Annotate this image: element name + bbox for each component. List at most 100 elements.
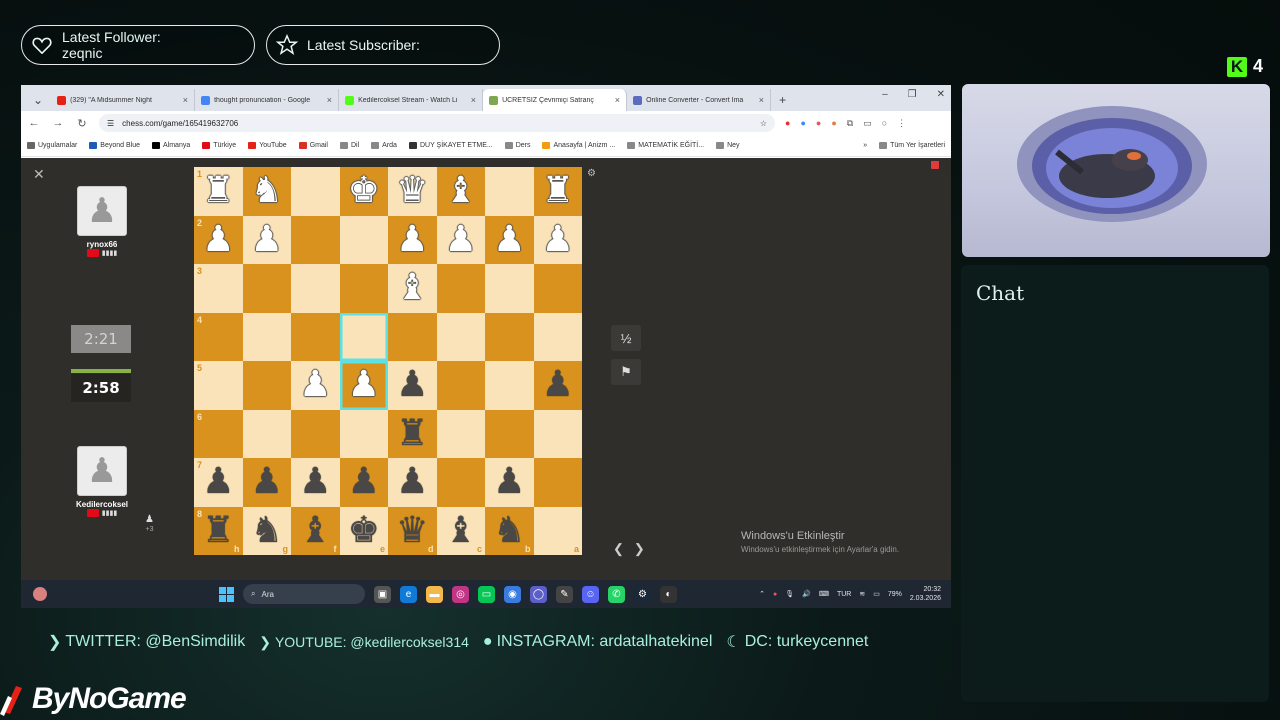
board-square[interactable]: 6 — [194, 409, 243, 458]
board-square[interactable]: ♟ — [533, 361, 582, 410]
black-bishop-icon[interactable]: ♝ — [299, 512, 331, 549]
avatar[interactable]: ♟ — [77, 446, 127, 496]
black-pawn-icon[interactable]: ♟ — [348, 464, 380, 500]
black-pawn-icon[interactable]: ♟ — [542, 367, 574, 403]
board-square[interactable]: ♟ — [339, 361, 388, 410]
white-rook-icon[interactable]: ♜ — [202, 173, 234, 209]
board-square[interactable]: ♟ — [388, 361, 437, 410]
board-square[interactable]: a — [533, 506, 582, 555]
board-square[interactable]: ♟ — [242, 458, 291, 507]
board-square[interactable]: f ♝ — [291, 506, 340, 555]
black-pawn-icon[interactable]: ♟ — [299, 464, 331, 500]
previous-move-icon[interactable]: ❮ — [613, 541, 624, 557]
board-square[interactable]: b ♞ — [485, 506, 534, 555]
tab-close-icon[interactable]: × — [615, 95, 620, 105]
board-square[interactable]: ♟ — [388, 215, 437, 264]
white-pawn-icon[interactable]: ♟ — [493, 221, 525, 258]
volume-icon[interactable]: 🔊 — [802, 590, 811, 598]
tab-search-icon[interactable]: ⌄ — [25, 89, 51, 111]
white-pawn-icon[interactable]: ♟ — [202, 221, 234, 258]
board-square[interactable]: 2 ♟ — [194, 215, 243, 264]
board-square[interactable]: ♟ — [485, 215, 534, 264]
board-square[interactable] — [339, 215, 388, 264]
board-square[interactable]: ♜ — [388, 409, 437, 458]
tab-close-icon[interactable]: × — [471, 95, 476, 105]
start-icon[interactable] — [219, 586, 234, 602]
board-square[interactable]: ♟ — [388, 458, 437, 507]
black-pawn-icon[interactable]: ♟ — [396, 367, 428, 403]
white-rook-icon[interactable]: ♜ — [542, 173, 574, 209]
black-knight-icon[interactable]: ♞ — [493, 512, 525, 549]
board-square[interactable] — [291, 312, 340, 361]
board-square[interactable] — [485, 409, 534, 458]
white-king-icon[interactable]: ♚ — [348, 173, 380, 209]
resign-flag-button[interactable]: ⚑ — [611, 359, 641, 385]
black-pawn-icon[interactable]: ♟ — [396, 464, 428, 500]
board-square[interactable] — [242, 312, 291, 361]
maximize-icon[interactable]: ❐ — [908, 89, 917, 100]
minimize-icon[interactable]: – — [882, 89, 888, 100]
board-square[interactable] — [388, 312, 437, 361]
obs-icon[interactable]: ◐ — [660, 585, 677, 603]
board-square[interactable] — [485, 361, 534, 410]
board-square[interactable]: ♛ — [388, 167, 437, 216]
task-view-icon[interactable]: ▣ — [374, 585, 391, 603]
bookmark-item[interactable]: Ney — [716, 142, 740, 149]
offer-draw-button[interactable]: ½ — [611, 325, 641, 351]
pen-icon[interactable]: ✎ — [556, 585, 573, 603]
board-square[interactable] — [436, 409, 485, 458]
black-bishop-icon[interactable]: ♝ — [445, 512, 477, 549]
browser-tab[interactable]: (329) "A Midsummer Night × — [51, 89, 196, 111]
tab-close-icon[interactable]: × — [183, 95, 188, 105]
board-square[interactable]: ♟ — [339, 458, 388, 507]
board-square[interactable]: ♚ — [339, 167, 388, 216]
board-square[interactable]: c ♝ — [436, 506, 485, 555]
wifi-icon[interactable]: ≋ — [859, 590, 865, 598]
tray-app-icon[interactable]: ● — [773, 591, 777, 598]
chrome-icon[interactable]: ◉ — [504, 585, 521, 603]
browser-tab[interactable]: thought pronunciation - Google × — [195, 89, 340, 111]
next-move-icon[interactable]: ❯ — [634, 541, 645, 557]
board-square[interactable] — [436, 264, 485, 313]
board-square[interactable] — [436, 312, 485, 361]
board-square[interactable] — [339, 264, 388, 313]
bookmark-item[interactable]: Almanya — [152, 142, 190, 149]
bottom-player-name[interactable]: Kedilercoksel — [72, 500, 132, 509]
address-bar[interactable]: ☰ chess.com/game/165419632706 ☆ — [99, 114, 775, 132]
board-square[interactable]: ♟ — [291, 458, 340, 507]
board-square[interactable]: ♝ — [436, 167, 485, 216]
bookmark-item[interactable]: MATEMATİK EĞİTİ... — [627, 142, 704, 149]
bookmarks-overflow-icon[interactable]: » — [863, 142, 867, 149]
extension-icon[interactable]: ● — [816, 118, 821, 129]
black-rook-icon[interactable]: ♜ — [396, 415, 428, 452]
site-info-icon[interactable]: ☰ — [107, 119, 114, 128]
bookmark-item[interactable]: Dil — [339, 142, 359, 149]
app-icon[interactable]: ◯ — [530, 585, 547, 603]
board-square[interactable] — [436, 458, 485, 507]
bookmark-item[interactable]: Arda — [371, 142, 397, 149]
board-square[interactable] — [291, 215, 340, 264]
board-square[interactable]: ♝ — [388, 264, 437, 313]
board-square[interactable] — [436, 361, 485, 410]
widgets-icon[interactable] — [33, 587, 47, 601]
board-square[interactable]: e ♚ — [339, 506, 388, 555]
menu-icon[interactable]: ⋮ — [897, 118, 906, 129]
back-icon[interactable]: ← — [27, 117, 41, 129]
bookmark-item[interactable]: YouTube — [248, 142, 287, 149]
board-square[interactable]: 4 — [194, 312, 243, 361]
board-square[interactable]: d ♛ — [388, 506, 437, 555]
tray-chevron-icon[interactable]: ⌃ — [759, 590, 765, 598]
board-square[interactable]: g ♞ — [242, 506, 291, 555]
keyboard-icon[interactable]: ⌨ — [819, 590, 829, 598]
edge-icon[interactable]: e — [400, 585, 417, 603]
board-square[interactable] — [291, 409, 340, 458]
white-pawn-icon[interactable]: ♟ — [299, 367, 331, 403]
all-bookmarks[interactable]: Tüm Yer İşaretleri — [879, 142, 945, 149]
board-square[interactable] — [533, 409, 582, 458]
board-square[interactable] — [339, 409, 388, 458]
tab-close-icon[interactable]: × — [759, 95, 764, 105]
close-window-icon[interactable]: ✕ — [937, 89, 945, 100]
board-square[interactable] — [339, 312, 388, 361]
board-square[interactable] — [485, 167, 534, 216]
steam-icon[interactable]: ⚙ — [634, 585, 651, 603]
